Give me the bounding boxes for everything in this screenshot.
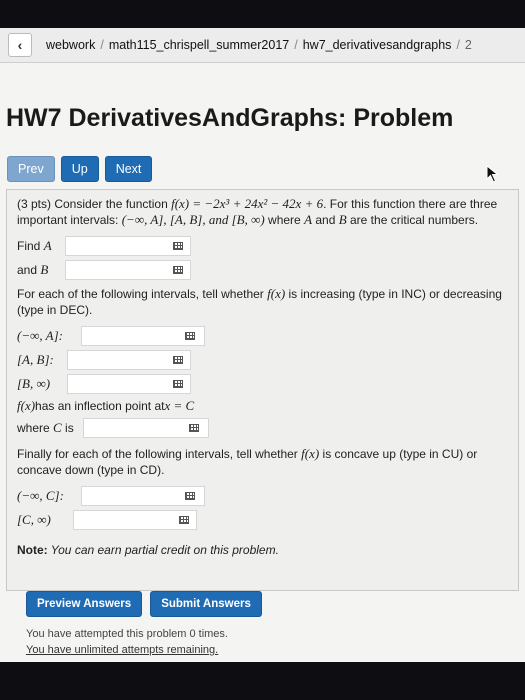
top-band — [0, 0, 525, 28]
interval-4-row: (−∞, C]: — [17, 484, 514, 508]
up-button[interactable]: Up — [60, 156, 99, 182]
breadcrumb-webwork[interactable]: webwork — [46, 38, 95, 52]
equation-editor-icon[interactable] — [185, 492, 195, 500]
equation-editor-icon[interactable] — [173, 266, 183, 274]
breadcrumb-course[interactable]: math115_chrispell_summer2017 — [109, 38, 289, 52]
attempt-status: You have attempted this problem 0 times.… — [26, 626, 228, 658]
mouse-cursor-icon — [486, 165, 499, 183]
page-title: HW7 DerivativesAndGraphs: Problem — [6, 104, 454, 132]
equation-editor-icon[interactable] — [173, 242, 183, 250]
intervals-expression: (−∞, A], [A, B], and [B, ∞) — [121, 212, 265, 227]
preview-answers-button[interactable]: Preview Answers — [26, 591, 143, 617]
interval-1-row: (−∞, A]: — [17, 324, 514, 348]
c-row: where C is — [17, 416, 514, 440]
partial-credit-note: Note: You can earn partial credit on thi… — [17, 543, 279, 557]
equation-editor-icon[interactable] — [179, 516, 189, 524]
next-button[interactable]: Next — [104, 156, 153, 182]
interval-2-row: [A, B]: — [17, 348, 514, 372]
function-expression: f(x) = −2x³ + 24x² − 42x + 6 — [171, 196, 324, 211]
breadcrumb-bar: ‹ webwork / math115_chrispell_summer2017… — [0, 28, 525, 63]
problem-body: (3 pts) Consider the function f(x) = −2x… — [6, 189, 519, 591]
bottom-band — [0, 662, 525, 700]
equation-editor-icon[interactable] — [185, 332, 195, 340]
increasing-instructions: For each of the following intervals, tel… — [17, 286, 502, 317]
equation-editor-icon[interactable] — [173, 380, 183, 388]
prev-button[interactable]: Prev — [7, 156, 55, 182]
problem-nav: Prev Up Next — [7, 156, 158, 182]
interval-3-row: [B, ∞) — [17, 372, 514, 396]
equation-editor-icon[interactable] — [189, 424, 199, 432]
attempts-text: You have attempted this problem 0 times. — [26, 628, 228, 640]
breadcrumb-set[interactable]: hw7_derivativesandgraphs — [303, 38, 452, 52]
problem-statement: (3 pts) Consider the function f(x) = −2x… — [17, 196, 498, 227]
find-a-row: Find A — [17, 234, 514, 258]
find-b-row: and B — [17, 258, 514, 282]
submit-answers-button[interactable]: Submit Answers — [150, 591, 262, 617]
chevron-left-icon[interactable]: ‹ — [8, 33, 32, 57]
inflection-row: f(x) has an inflection point at x = C — [17, 398, 195, 413]
equation-editor-icon[interactable] — [173, 356, 183, 364]
answer-actions: Preview Answers Submit Answers — [26, 591, 270, 617]
breadcrumb-problem: 2 — [464, 38, 472, 52]
interval-5-row: [C, ∞) — [17, 508, 514, 532]
concavity-instructions: Finally for each of the following interv… — [17, 446, 478, 477]
remaining-text: You have unlimited attempts remaining. — [26, 644, 219, 656]
